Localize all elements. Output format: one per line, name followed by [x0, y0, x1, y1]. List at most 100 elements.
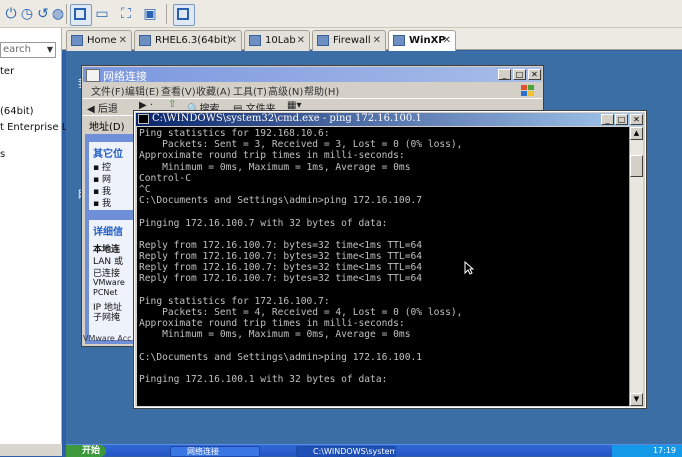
network-folder-icon: [86, 69, 100, 82]
start-button[interactable]: 开始: [66, 445, 106, 457]
detail-line: PCNet: [93, 288, 118, 297]
sidebar-item[interactable]: t Enterprise L: [0, 122, 67, 133]
sidebar-scrollbar[interactable]: [0, 444, 62, 456]
tab-firewall[interactable]: Firewall ✕: [312, 30, 386, 51]
panel-link[interactable]: ▪ 我: [93, 196, 111, 209]
close-icon[interactable]: ✕: [297, 31, 305, 50]
close-icon[interactable]: ✕: [119, 31, 127, 50]
console-line: Pinging 172.16.100.1 with 32 bytes of da…: [139, 374, 388, 386]
console-line: C:\Documents and Settings\admin>ping 172…: [139, 351, 423, 363]
console-icon: [138, 114, 149, 124]
minimize-button[interactable]: _: [601, 114, 614, 125]
system-tray: 17:19: [612, 445, 682, 457]
chevron-down-icon[interactable]: ▼: [47, 43, 53, 57]
search-placeholder: earch: [3, 44, 32, 55]
sidebar-item[interactable]: s: [0, 149, 5, 160]
clock[interactable]: 17:19: [653, 446, 676, 455]
manage-snapshots-icon[interactable]: ◍: [49, 5, 67, 23]
menu-view[interactable]: 查看(V): [161, 83, 196, 98]
menu-edit[interactable]: 编辑(E): [125, 83, 159, 98]
menu-file[interactable]: 文件(F): [91, 83, 125, 98]
tab-label: 10Lab: [265, 35, 296, 46]
guest-taskbar: 开始 网络连接 C:\WINDOWS\system32 17:19: [66, 444, 682, 457]
toolbar-divider: [166, 4, 167, 24]
tab-home[interactable]: Home ✕: [66, 30, 132, 51]
tab-rhel[interactable]: RHEL6.3(64bit) ✕: [134, 30, 242, 51]
console-line: Ping statistics for 192.168.10.6:: [139, 128, 330, 139]
menu-tools[interactable]: 工具(T): [233, 83, 267, 98]
console-line: Reply from 172.16.100.7: bytes=32 time<1…: [139, 262, 423, 274]
close-button[interactable]: ✕: [528, 69, 541, 80]
forward-button[interactable]: ▶ ·: [139, 100, 153, 111]
close-button[interactable]: ✕: [630, 114, 643, 125]
host-toolbar: ⏻ ◷ ↺ ◍ ▭ ⛶ ▣: [0, 0, 682, 28]
console-output[interactable]: Ping statistics for 192.168.10.6: Packet…: [137, 127, 631, 406]
console-line: Approximate round trip times in milli-se…: [139, 318, 405, 330]
fullscreen-icon[interactable]: ⛶: [117, 5, 135, 23]
library-sidebar: earch ▼ ter (64bit) t Enterprise L s: [0, 28, 67, 456]
close-icon[interactable]: ✕: [229, 31, 237, 50]
close-icon[interactable]: ✕: [373, 31, 381, 50]
guest-desktop[interactable]: 我 网 网络连接 _ □ ✕ 文件(F) 编辑(E) 查看(V) 收藏(A) 工…: [66, 51, 682, 444]
home-icon: [71, 35, 83, 46]
panel-header[interactable]: 其它位: [93, 145, 123, 160]
vm-icon: [139, 35, 151, 46]
windows-logo-icon: [521, 85, 534, 96]
back-button[interactable]: ◀ 后退: [87, 100, 118, 115]
explorer-menu-bar: 文件(F) 编辑(E) 查看(V) 收藏(A) 工具(T) 高级(N) 帮助(H…: [83, 83, 542, 98]
console-line: Reply from 172.16.100.7: bytes=32 time<1…: [139, 239, 423, 251]
sidebar-item[interactable]: (64bit): [0, 106, 34, 117]
console-line: Minimum = 0ms, Maximum = 1ms, Average = …: [139, 161, 411, 173]
console-line: Reply from 172.16.100.7: bytes=32 time<1…: [139, 251, 423, 263]
scroll-thumb[interactable]: [630, 155, 643, 177]
menu-favorites[interactable]: 收藏(A): [196, 83, 231, 98]
tab-label: Home: [87, 35, 117, 46]
maximize-button[interactable]: □: [615, 114, 628, 125]
start-label: 开始: [82, 446, 101, 456]
console-line: C:\Documents and Settings\admin>ping 172…: [139, 195, 423, 207]
up-folder-icon[interactable]: ⇧: [168, 99, 176, 110]
back-label: 后退: [97, 104, 118, 115]
library-search-input[interactable]: earch ▼: [0, 42, 56, 58]
unity-icon[interactable]: ▣: [141, 5, 159, 23]
console-line: ^C: [139, 183, 151, 195]
menu-advanced[interactable]: 高级(N): [268, 83, 303, 98]
tab-10lab[interactable]: 10Lab ✕: [244, 30, 310, 51]
views-button[interactable]: ▦▾: [287, 100, 301, 111]
sidebar-view-button[interactable]: [70, 4, 92, 26]
taskbar-item-network[interactable]: 网络连接: [170, 446, 260, 457]
close-icon[interactable]: ✕: [443, 31, 451, 50]
console-line: Control-C: [139, 172, 191, 184]
console-line: Minimum = 0ms, Maximum = 0ms, Average = …: [139, 329, 411, 341]
panel-header[interactable]: 详细信: [93, 223, 123, 238]
scroll-down-button[interactable]: ▼: [630, 393, 643, 406]
thumbnail-view-button[interactable]: [173, 4, 195, 26]
tab-winxp[interactable]: WinXP ✕: [388, 30, 456, 52]
console-line: Packets: Sent = 3, Received = 3, Lost = …: [139, 139, 463, 151]
computer-icon: ▪: [93, 199, 100, 209]
sidebar-item[interactable]: ter: [0, 66, 14, 77]
minimize-button[interactable]: _: [498, 69, 511, 80]
scroll-up-button[interactable]: ▲: [630, 127, 643, 140]
explorer-title: 网络连接: [103, 70, 147, 83]
maximize-button[interactable]: □: [513, 69, 526, 80]
console-view-icon[interactable]: ▭: [93, 5, 111, 23]
menu-help[interactable]: 帮助(H): [304, 83, 339, 98]
vm-icon: [317, 35, 329, 46]
address-label: 地址(D): [89, 122, 125, 133]
cmd-title: C:\WINDOWS\system32\cmd.exe - ping 172.1…: [152, 113, 422, 124]
explorer-title-bar[interactable]: 网络连接 _ □ ✕: [83, 67, 542, 83]
detail-line: 子网掩: [93, 313, 121, 323]
console-line: Ping statistics for 172.16.100.7:: [139, 295, 330, 307]
cmd-window[interactable]: C:\WINDOWS\system32\cmd.exe - ping 172.1…: [133, 110, 647, 409]
mouse-pointer-icon: [464, 261, 474, 275]
toolbar-divider: [66, 4, 67, 24]
console-scrollbar[interactable]: ▲ ▼: [629, 127, 643, 406]
taskbar-item-cmd[interactable]: C:\WINDOWS\system32: [296, 446, 396, 457]
cmd-title-bar[interactable]: C:\WINDOWS\system32\cmd.exe - ping 172.1…: [136, 113, 644, 126]
console-line: Packets: Sent = 4, Received = 4, Lost = …: [139, 307, 463, 318]
